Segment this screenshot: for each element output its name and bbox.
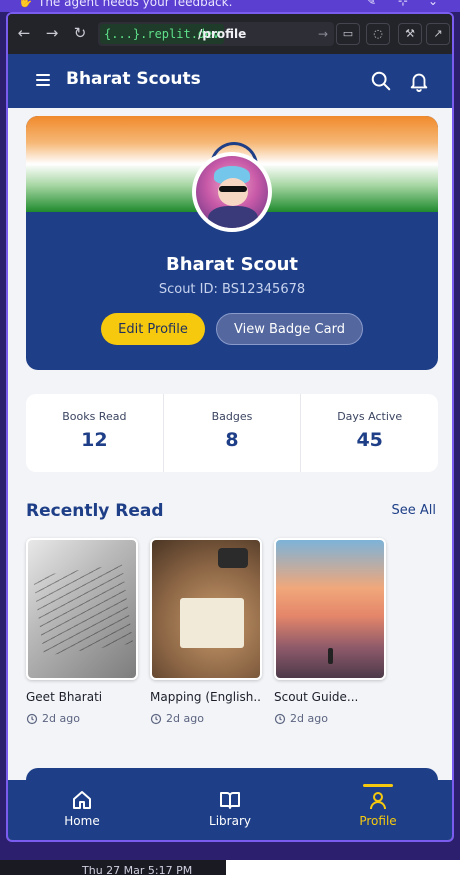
open-external-icon[interactable]: ↗: [426, 23, 450, 45]
book-card[interactable]: Geet Bharati 2d ago: [26, 538, 138, 725]
book-cover: [274, 538, 386, 680]
go-icon[interactable]: →: [318, 22, 328, 46]
profile-card: Bharat Scout Scout ID: BS12345678 Edit P…: [26, 116, 438, 370]
stat-books-read: Books Read 12: [26, 394, 164, 472]
recent-books-list: Geet Bharati 2d ago Mapping (English... …: [26, 538, 446, 728]
book-card[interactable]: Scout Guide... 2d ago: [274, 538, 386, 725]
taskbar-blank: [226, 860, 460, 875]
os-taskbar: Thu 27 Mar 5:17 PM: [0, 860, 226, 875]
nav-item-profile[interactable]: Profile: [304, 780, 452, 840]
nav-label: Profile: [359, 814, 397, 828]
avatar[interactable]: [192, 152, 272, 232]
clock-icon: [274, 713, 286, 724]
profile-name: Bharat Scout: [166, 254, 298, 275]
scout-id: Scout ID: BS12345678: [158, 282, 306, 297]
theme-icon[interactable]: ◌: [366, 23, 390, 45]
book-card[interactable]: Mapping (English... 2d ago: [150, 538, 262, 725]
book-title: Mapping (English...: [150, 690, 262, 704]
view-badge-card-button[interactable]: View Badge Card: [216, 313, 363, 345]
book-time-label: 2d ago: [290, 712, 328, 725]
book-time: 2d ago: [274, 712, 386, 725]
agent-feedback-banner: ✋ The agent needs your feedback. ✎ ⊹ ⌄: [0, 0, 460, 12]
banner-message: The agent needs your feedback.: [38, 0, 233, 9]
pin-icon[interactable]: ⊹: [398, 0, 408, 8]
book-cover: [26, 538, 138, 680]
search-icon[interactable]: [370, 70, 392, 92]
see-all-link[interactable]: See All: [392, 503, 437, 518]
url-field[interactable]: {...}.replit.dev /profile →: [98, 22, 334, 46]
stat-value: 45: [356, 429, 383, 451]
edit-profile-button[interactable]: Edit Profile: [101, 313, 205, 345]
clock-icon: [26, 713, 38, 724]
chat-icon[interactable]: ✎: [366, 0, 376, 8]
nav-label: Library: [209, 814, 251, 828]
stats-panel: Books Read 12 Badges 8 Days Active 45: [26, 394, 438, 472]
chevron-down-icon[interactable]: ⌄: [428, 0, 438, 8]
back-icon[interactable]: ←: [14, 24, 34, 42]
forward-icon[interactable]: →: [42, 24, 62, 42]
taskbar-clock: Thu 27 Mar 5:17 PM: [82, 864, 193, 875]
section-title-recently-read: Recently Read: [26, 501, 164, 521]
stat-value: 8: [225, 429, 239, 451]
nav-label: Home: [64, 814, 100, 828]
stat-days-active: Days Active 45: [301, 394, 438, 472]
app-title: Bharat Scouts: [66, 69, 201, 89]
book-cover: [150, 538, 262, 680]
book-time: 2d ago: [26, 712, 138, 725]
nav-item-library[interactable]: Library: [156, 780, 304, 840]
hamburger-menu-icon[interactable]: [36, 74, 50, 86]
wrench-icon[interactable]: ⚒: [398, 23, 422, 45]
address-bar: ← → ↻ {...}.replit.dev /profile → ▭ ◌ ⚒ …: [8, 14, 452, 54]
stat-label: Days Active: [337, 410, 403, 423]
browser-window: ← → ↻ {...}.replit.dev /profile → ▭ ◌ ⚒ …: [6, 12, 454, 842]
url-path: /profile: [198, 27, 247, 41]
reload-icon[interactable]: ↻: [70, 24, 90, 42]
app-viewport: Bharat Scouts Bharat Scout Scout ID: BS1…: [8, 54, 452, 840]
stat-label: Badges: [211, 410, 253, 423]
book-open-icon: [220, 792, 240, 809]
feedback-icon: ✋: [18, 0, 33, 8]
book-title: Geet Bharati: [26, 690, 103, 704]
avatar-image: [196, 156, 268, 228]
bottom-navigation: Home Library Profile: [8, 780, 452, 840]
home-icon: [73, 791, 91, 809]
clock-icon: [150, 713, 162, 724]
user-icon: [370, 792, 386, 810]
stat-value: 12: [81, 429, 108, 451]
bell-icon[interactable]: [408, 70, 430, 92]
book-time-label: 2d ago: [166, 712, 204, 725]
stat-badges: Badges 8: [164, 394, 302, 472]
app-header: Bharat Scouts: [8, 54, 452, 108]
book-time-label: 2d ago: [42, 712, 80, 725]
nav-item-home[interactable]: Home: [8, 780, 156, 840]
devices-icon[interactable]: ▭: [336, 23, 360, 45]
stat-label: Books Read: [62, 410, 127, 423]
book-time: 2d ago: [150, 712, 262, 725]
book-title: Scout Guide...: [274, 690, 359, 704]
